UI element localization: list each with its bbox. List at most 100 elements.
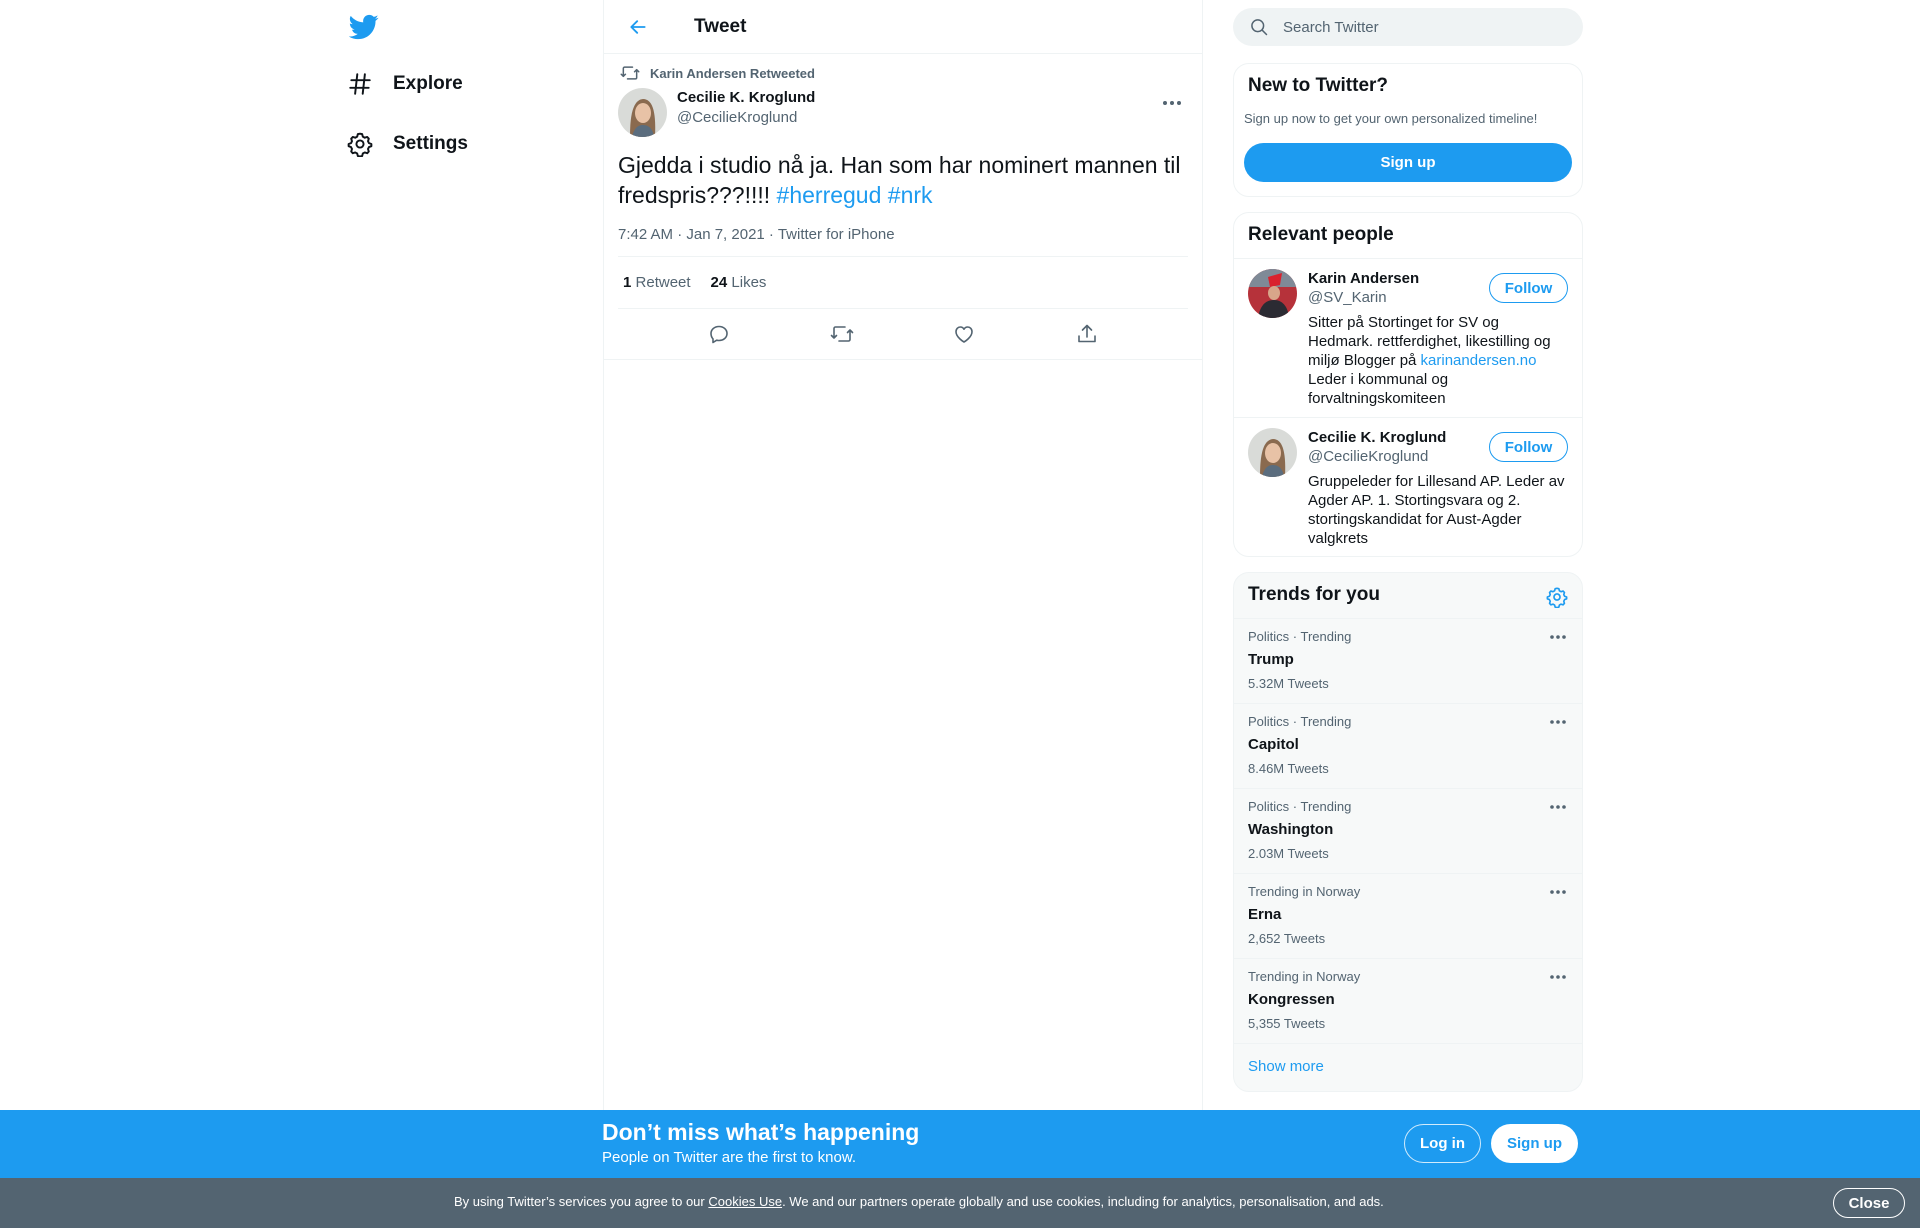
likes-label: Likes	[731, 274, 767, 291]
retweeted-by-label: Karin Andersen Retweeted	[650, 65, 815, 81]
main-column: Tweet Karin Andersen Retweeted Cecilie K…	[603, 0, 1203, 1110]
trends-card: Trends for you Politics · Trending Trump…	[1233, 572, 1583, 1092]
trends-title: Trends for you	[1234, 573, 1582, 619]
like-icon[interactable]	[952, 322, 976, 346]
reply-icon[interactable]	[707, 322, 731, 346]
follow-button[interactable]: Follow	[1489, 432, 1568, 462]
banner-subtitle: People on Twitter are the first to know.	[602, 1149, 857, 1166]
show-more-link[interactable]: Show more	[1234, 1044, 1582, 1089]
search-input[interactable]	[1283, 18, 1563, 36]
more-icon[interactable]	[1548, 884, 1568, 900]
trend-count: 2.03M Tweets	[1248, 846, 1329, 861]
trends-title-text: Trends for you	[1248, 584, 1380, 605]
trend-count: 5.32M Tweets	[1248, 676, 1329, 691]
hashtag-icon	[347, 71, 373, 97]
twitter-bird-icon[interactable]	[349, 12, 379, 42]
retweets-label: Retweet	[635, 274, 691, 291]
likes-stat[interactable]: 24 Likes	[711, 274, 767, 291]
bio-text: Leder i kommunal og forvaltningskomiteen	[1308, 371, 1449, 407]
retweet-context[interactable]: Karin Andersen Retweeted	[618, 54, 1188, 88]
avatar[interactable]	[1248, 428, 1297, 477]
trend-count: 2,652 Tweets	[1248, 931, 1326, 946]
trend-item[interactable]: Politics · Trending Capitol 8.46M Tweets	[1234, 704, 1582, 789]
cookie-text-before: By using Twitter’s services you agree to…	[454, 1194, 709, 1209]
page-title: Tweet	[694, 15, 747, 37]
more-options-button[interactable]	[1160, 94, 1184, 112]
more-icon	[1163, 101, 1181, 105]
trend-count: 8.46M Tweets	[1248, 761, 1329, 776]
trend-context: Politics · Trending	[1248, 799, 1352, 814]
follow-button[interactable]: Follow	[1489, 273, 1568, 303]
sign-up-button[interactable]: Sign up	[1244, 143, 1572, 182]
trend-item[interactable]: Politics · Trending Trump 5.32M Tweets	[1234, 619, 1582, 704]
avatar[interactable]	[1248, 269, 1297, 318]
trend-name: Kongressen	[1248, 991, 1335, 1008]
tweet: Karin Andersen Retweeted Cecilie K. Krog…	[604, 54, 1202, 360]
log-in-button[interactable]: Log in	[1404, 1124, 1481, 1163]
tweet-stats: 1 Retweet 24 Likes	[618, 257, 1188, 309]
retweet-icon[interactable]	[830, 322, 854, 346]
banner-sign-up-button[interactable]: Sign up	[1491, 1124, 1578, 1163]
person-bio: Sitter på Stortinget for SV og Hedmark. …	[1308, 313, 1568, 408]
trend-name: Capitol	[1248, 736, 1299, 753]
trend-name: Washington	[1248, 821, 1334, 838]
cookie-text-after: . We and our partners operate globally a…	[782, 1194, 1384, 1209]
gear-icon[interactable]	[1546, 586, 1568, 608]
trend-item[interactable]: Trending in Norway Erna 2,652 Tweets	[1234, 874, 1582, 959]
trend-item[interactable]: Trending in Norway Kongressen 5,355 Twee…	[1234, 959, 1582, 1044]
arrow-left-icon	[630, 19, 646, 34]
trend-count: 5,355 Tweets	[1248, 1016, 1326, 1031]
hashtag-link[interactable]: #herregud	[777, 182, 882, 208]
nav-explore-label: Explore	[393, 73, 463, 94]
tweet-author: Cecilie K. Kroglund @CecilieKroglund	[618, 88, 1188, 140]
tweet-meta: 7:42 AM · Jan 7, 2021 · Twitter for iPho…	[618, 226, 1188, 257]
nav-explore[interactable]: Explore	[347, 60, 463, 108]
tweet-text: Gjedda i studio nå ja. Han som har nomin…	[618, 150, 1188, 210]
retweets-stat[interactable]: 1 Retweet	[623, 274, 691, 291]
nav-settings-label: Settings	[393, 133, 468, 154]
gear-icon	[347, 131, 373, 157]
banner-title: Don’t miss what’s happening	[602, 1119, 920, 1145]
tweet-actions	[618, 309, 1188, 359]
more-icon[interactable]	[1548, 969, 1568, 985]
trend-context: Politics · Trending	[1248, 629, 1352, 644]
person-bio: Gruppeleder for Lillesand AP. Leder av A…	[1308, 473, 1565, 547]
search-box[interactable]	[1233, 8, 1583, 46]
retweet-icon	[620, 63, 640, 83]
hashtag-link[interactable]: #nrk	[888, 182, 933, 208]
likes-count: 24	[710, 274, 728, 291]
retweets-count: 1	[623, 274, 632, 291]
tweet-source[interactable]: Twitter for iPhone	[778, 226, 895, 243]
trend-name: Trump	[1248, 651, 1294, 668]
page-header: Tweet	[604, 0, 1202, 54]
relevant-people-card: Relevant people Karin Andersen @SV_Karin…	[1233, 212, 1583, 557]
cookie-text: By using Twitter’s services you agree to…	[454, 1194, 1384, 1209]
person-cecilie-kroglund[interactable]: Cecilie K. Kroglund @CecilieKroglund Gru…	[1234, 418, 1582, 556]
new-to-twitter-title: New to Twitter?	[1248, 75, 1389, 96]
cookie-bar: By using Twitter’s services you agree to…	[0, 1178, 1920, 1228]
bio-link[interactable]: karinandersen.no	[1421, 352, 1537, 369]
cookies-use-link[interactable]: Cookies Use	[708, 1194, 782, 1209]
avatar[interactable]	[618, 88, 667, 137]
tweet-timestamp[interactable]: 7:42 AM · Jan 7, 2021	[618, 226, 765, 243]
more-icon[interactable]	[1548, 714, 1568, 730]
relevant-people-title: Relevant people	[1234, 213, 1582, 259]
search-icon	[1249, 17, 1269, 37]
signup-banner: Don’t miss what’s happening People on Tw…	[0, 1110, 1920, 1178]
new-to-twitter-subtitle: Sign up now to get your own personalized…	[1244, 111, 1538, 126]
trend-context: Trending in Norway	[1248, 884, 1361, 899]
trend-context: Politics · Trending	[1248, 714, 1352, 729]
more-icon[interactable]	[1548, 799, 1568, 815]
author-name[interactable]: Cecilie K. Kroglund	[677, 88, 815, 108]
trend-name: Erna	[1248, 906, 1282, 923]
back-button[interactable]	[624, 13, 652, 41]
meta-separator: ·	[764, 226, 778, 243]
trend-item[interactable]: Politics · Trending Washington 2.03M Twe…	[1234, 789, 1582, 874]
share-icon[interactable]	[1075, 322, 1099, 346]
more-icon[interactable]	[1548, 629, 1568, 645]
author-handle[interactable]: @CecilieKroglund	[677, 108, 815, 127]
new-to-twitter-card: New to Twitter? Sign up now to get your …	[1233, 63, 1583, 197]
person-karin-andersen[interactable]: Karin Andersen @SV_Karin Sitter på Stort…	[1234, 259, 1582, 418]
close-button[interactable]: Close	[1833, 1188, 1905, 1218]
nav-settings[interactable]: Settings	[347, 120, 468, 168]
